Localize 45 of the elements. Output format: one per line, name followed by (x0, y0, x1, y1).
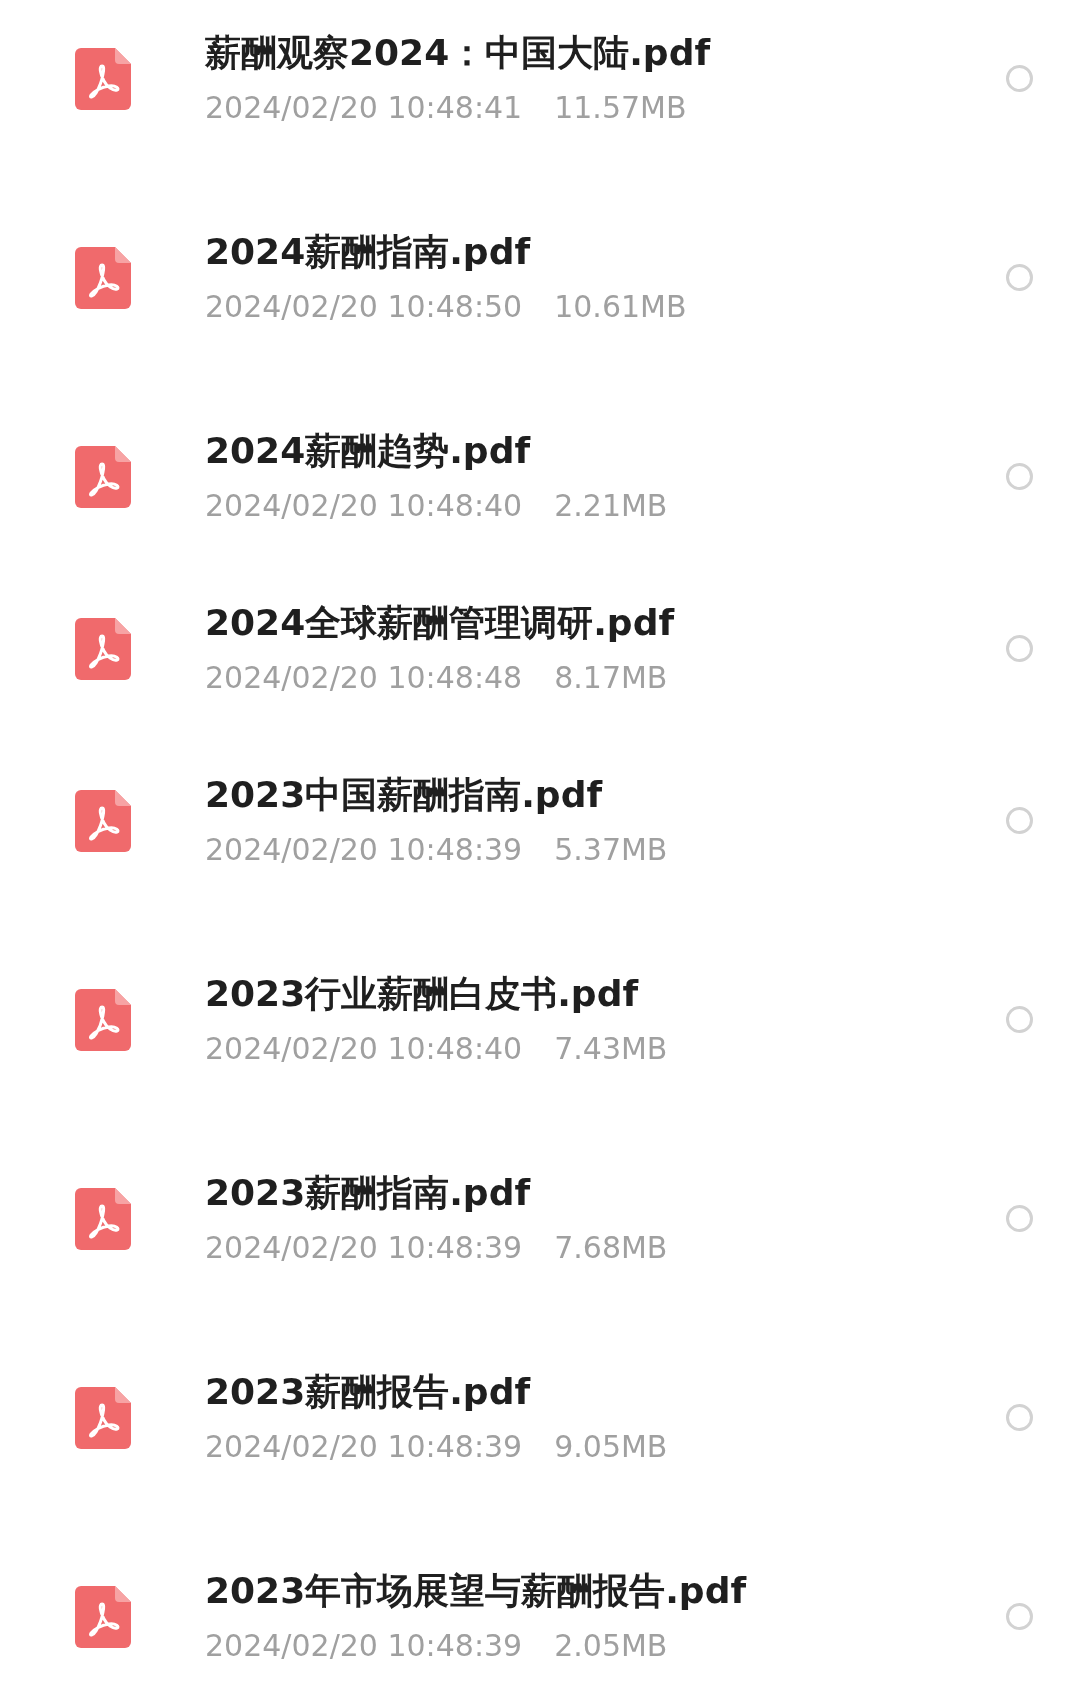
file-date: 2024/02/20 10:48:41 (205, 88, 523, 127)
file-date: 2024/02/20 10:48:39 (205, 1427, 523, 1466)
file-date: 2024/02/20 10:48:40 (205, 486, 523, 525)
file-name: 2023中国薪酬指南.pdf (205, 772, 604, 817)
pdf-file-icon (75, 988, 131, 1051)
file-name: 2023薪酬报告.pdf (205, 1369, 532, 1414)
radio-button[interactable] (1006, 463, 1033, 490)
file-name: 薪酬观察2024：中国大陆.pdf (205, 30, 712, 75)
pdf-file-icon (75, 47, 131, 110)
pdf-file-icon (75, 445, 131, 508)
pdf-file-icon (75, 1187, 131, 1250)
radio-button[interactable] (1006, 65, 1033, 92)
file-size: 8.17MB (554, 658, 668, 697)
file-date: 2024/02/20 10:48:48 (205, 658, 523, 697)
file-name: 2024全球薪酬管理调研.pdf (205, 600, 676, 645)
radio-button[interactable] (1006, 264, 1033, 291)
file-date: 2024/02/20 10:48:40 (205, 1029, 523, 1068)
file-name: 2023行业薪酬白皮书.pdf (205, 971, 640, 1016)
radio-button[interactable] (1006, 1603, 1033, 1630)
file-size: 2.21MB (554, 486, 668, 525)
pdf-file-icon (75, 1386, 131, 1449)
radio-button[interactable] (1006, 1006, 1033, 1033)
file-name: 2023年市场展望与薪酬报告.pdf (205, 1568, 748, 1613)
file-name: 2024薪酬指南.pdf (205, 229, 532, 274)
file-date: 2024/02/20 10:48:39 (205, 1626, 523, 1665)
radio-button[interactable] (1006, 1205, 1033, 1232)
radio-button[interactable] (1006, 807, 1033, 834)
file-size: 5.37MB (554, 830, 668, 869)
radio-button[interactable] (1006, 635, 1033, 662)
file-size: 11.57MB (554, 88, 687, 127)
file-size: 10.61MB (554, 287, 687, 326)
file-size: 2.05MB (554, 1626, 668, 1665)
file-name: 2024薪酬趋势.pdf (205, 428, 532, 473)
file-date: 2024/02/20 10:48:39 (205, 1228, 523, 1267)
pdf-file-icon (75, 1585, 131, 1648)
pdf-file-icon (75, 617, 131, 680)
file-size: 7.68MB (554, 1228, 668, 1267)
file-date: 2024/02/20 10:48:39 (205, 830, 523, 869)
file-size: 7.43MB (554, 1029, 668, 1068)
radio-button[interactable] (1006, 1404, 1033, 1431)
file-size: 9.05MB (554, 1427, 668, 1466)
file-date: 2024/02/20 10:48:50 (205, 287, 523, 326)
pdf-file-icon (75, 246, 131, 309)
file-name: 2023薪酬指南.pdf (205, 1170, 532, 1215)
pdf-file-icon (75, 789, 131, 852)
